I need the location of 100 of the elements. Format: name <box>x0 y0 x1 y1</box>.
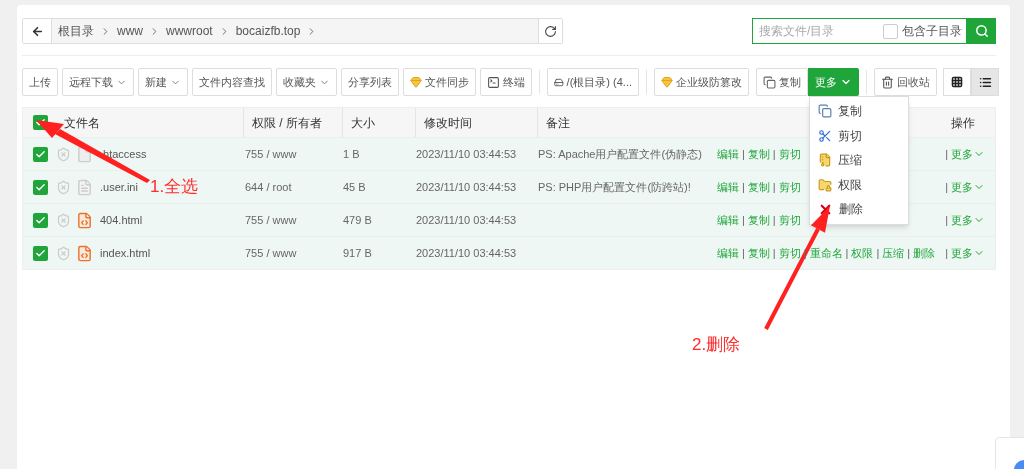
column-header: 操作 <box>951 114 975 132</box>
grid-icon <box>951 76 963 88</box>
column-header: 权限 / 所有者 <box>252 114 322 132</box>
checkbox[interactable] <box>883 23 898 39</box>
table-cell: PS: Apache用户配置文件(伪静态) <box>538 147 702 160</box>
toolbar-button[interactable]: 回收站 <box>874 68 937 96</box>
refresh-button[interactable] <box>538 19 562 43</box>
table-cell-text: 45 B <box>342 179 367 195</box>
toolbar-button[interactable]: 企业级防篡改 <box>654 68 749 96</box>
menu-item[interactable]: 复制 <box>810 99 908 124</box>
shield-icon <box>56 212 71 228</box>
separator: | <box>803 245 807 261</box>
separator: | <box>772 179 776 195</box>
menu-item[interactable]: 压缩 <box>810 148 908 173</box>
search-icon <box>974 24 989 38</box>
annotation-label: 2.删除 <box>692 334 741 356</box>
back-button[interactable] <box>23 19 52 43</box>
checkbox-label: 包含子目录 <box>902 23 962 40</box>
terminal-icon <box>487 75 500 89</box>
column-header: 备注 <box>546 114 570 132</box>
search-button[interactable] <box>967 18 996 44</box>
file-name[interactable]: index.html <box>100 244 151 262</box>
file-name[interactable]: .htaccess <box>100 145 147 163</box>
separator: | <box>742 245 745 261</box>
search-field[interactable]: 搜索文件/目录 <box>759 22 879 40</box>
gem-icon <box>410 76 422 88</box>
copy-icon <box>818 104 832 119</box>
table-cell-text: 644 / root <box>244 179 293 195</box>
checkbox[interactable] <box>33 146 48 162</box>
refresh-icon <box>544 24 557 38</box>
table-cell-text: 2023/11/10 03:44:53 <box>415 146 518 162</box>
table-cell-text: 2023/11/10 03:44:53 <box>415 179 518 195</box>
table-cell-text: 917 B <box>342 245 373 261</box>
trash-icon <box>881 75 894 89</box>
column-header: 修改时间 <box>424 114 472 132</box>
toolbar-button[interactable]: 新建 <box>138 68 188 96</box>
column-header: 大小 <box>351 114 375 132</box>
toolbar-button[interactable]: 分享列表 <box>341 68 399 96</box>
column-header: 文件名 <box>64 114 100 132</box>
separator: | <box>945 245 948 261</box>
checkbox[interactable] <box>33 245 48 261</box>
separator: | <box>876 245 880 261</box>
table-cell-text: 479 B <box>342 212 373 228</box>
separator: | <box>742 179 745 195</box>
breadcrumb-link[interactable]: wwwroot <box>166 22 213 40</box>
checkbox[interactable] <box>33 179 48 195</box>
table-cell-text: 2023/11/10 03:44:53 <box>415 245 518 261</box>
archive-icon <box>818 153 832 168</box>
file-name[interactable]: .user.ini <box>100 178 138 196</box>
view-toggle-button[interactable] <box>943 68 971 96</box>
file-name[interactable]: 404.html <box>100 211 143 229</box>
checkmark-icon <box>35 214 46 226</box>
toolbar-button[interactable]: /(根目录) (4... <box>547 68 639 96</box>
checkmark-icon <box>35 247 46 259</box>
breadcrumb-link[interactable]: www <box>117 22 143 40</box>
shield-icon <box>56 179 71 195</box>
gem-icon <box>661 76 673 88</box>
separator: | <box>907 245 911 261</box>
checkbox[interactable] <box>33 212 48 228</box>
breadcrumb-link[interactable]: bocaizfb.top <box>235 22 301 40</box>
toolbar-button[interactable]: 终端 <box>480 68 532 96</box>
view-toggle-button[interactable] <box>971 68 999 96</box>
table-cell-text: 1 B <box>342 146 361 162</box>
separator: | <box>742 146 745 162</box>
separator: | <box>772 212 776 228</box>
code-file-icon <box>76 211 93 229</box>
separator: | <box>772 146 776 162</box>
search-box[interactable]: 搜索文件/目录 包含子目录 <box>752 18 967 44</box>
table-cell-text: 755 / www <box>244 212 298 228</box>
toolbar-button[interactable]: 复制 <box>756 68 808 96</box>
shield-icon <box>56 146 71 162</box>
breadcrumb-link[interactable]: 根目录 <box>58 22 94 40</box>
separator: | <box>772 245 776 261</box>
scissors-icon <box>818 128 832 143</box>
separator: | <box>845 245 849 261</box>
table-cell: PS: PHP用户配置文件(防跨站)! <box>538 180 691 193</box>
text-file-icon <box>76 178 93 196</box>
back-icon <box>30 24 44 38</box>
separator: | <box>945 212 948 228</box>
checkmark-icon <box>35 181 46 193</box>
toolbar-button[interactable]: 上传 <box>22 68 58 96</box>
toolbar-button[interactable]: 文件同步 <box>403 68 476 96</box>
table-cell-text: 755 / www <box>244 245 298 261</box>
toolbar-button[interactable]: 远程下载 <box>62 68 134 96</box>
table-cell-text: 755 / www <box>244 146 298 162</box>
shield-icon <box>56 245 71 261</box>
checkmark-icon <box>35 148 46 160</box>
table-cell-text: 2023/11/10 03:44:53 <box>415 212 518 228</box>
toolbar-button[interactable]: 文件内容查找 <box>192 68 272 96</box>
copy-icon <box>763 75 776 89</box>
menu-item[interactable]: 权限 <box>810 172 908 197</box>
code-file-icon <box>76 244 93 262</box>
annotation-label: 1.全选 <box>150 176 199 198</box>
separator: | <box>945 179 948 195</box>
separator: | <box>742 212 745 228</box>
separator: | <box>945 146 948 162</box>
list-icon <box>978 75 992 89</box>
toolbar-button[interactable]: 收藏夹 <box>276 68 337 96</box>
file-row[interactable]: index.html 755 / www 917 B 2023/11/10 03:44:53 编辑 | 复制 | 剪切 | 重命名 | 权限 | 压缩 | 删除 | 更多 <box>23 236 995 269</box>
folder-lock-icon <box>818 177 832 192</box>
